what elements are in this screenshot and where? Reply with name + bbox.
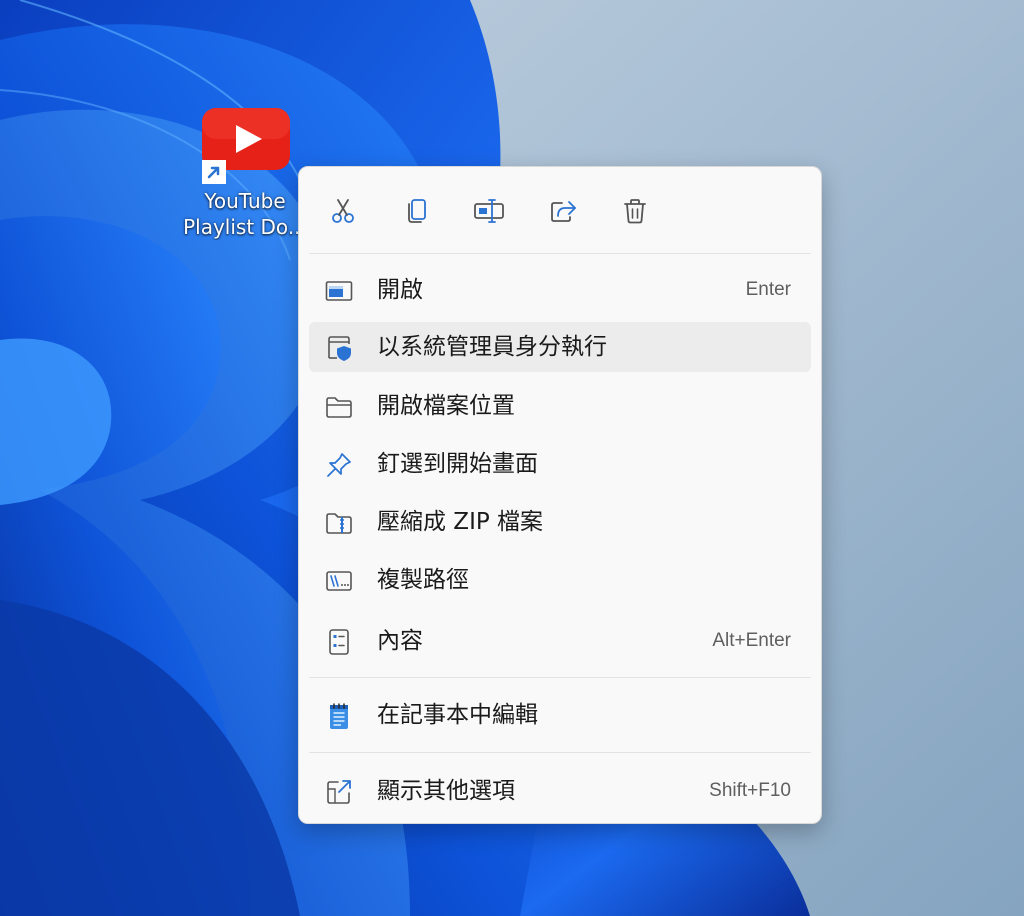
copy-icon (408, 199, 426, 223)
menu-item-label: 開啟 (377, 277, 423, 303)
menu-item-compress-zip[interactable]: 壓縮成 ZIP 檔案 (309, 497, 811, 547)
menu-divider (309, 253, 811, 254)
copy-path-icon (326, 571, 352, 591)
context-menu-toolbar (299, 167, 821, 253)
menu-item-label: 顯示其他選項 (377, 778, 515, 804)
menu-item-label: 壓縮成 ZIP 檔案 (377, 509, 544, 535)
window-open-icon (325, 281, 353, 301)
menu-item-label: 釘選到開始畫面 (377, 451, 538, 477)
rename-button[interactable] (467, 189, 511, 233)
menu-item-open[interactable]: 開啟 Enter (309, 265, 811, 315)
copy-button[interactable] (395, 189, 439, 233)
menu-item-copy-path[interactable]: 複製路徑 (309, 555, 811, 605)
menu-item-shortcut: Shift+F10 (709, 780, 791, 801)
menu-item-label: 開啟檔案位置 (377, 393, 515, 419)
menu-item-run-as-admin[interactable]: 以系統管理員身分執行 (309, 322, 811, 372)
menu-item-label: 以系統管理員身分執行 (377, 334, 607, 360)
rename-icon (474, 199, 504, 223)
menu-divider (309, 752, 811, 753)
menu-item-label: 在記事本中編輯 (377, 702, 538, 728)
menu-item-shortcut: Enter (745, 279, 791, 300)
share-icon (551, 201, 576, 222)
desktop-icon-label-line2: Playlist Do... (183, 215, 307, 239)
shortcut-arrow-icon (202, 160, 226, 184)
menu-item-pin-to-start[interactable]: 釘選到開始畫面 (309, 439, 811, 489)
menu-item-edit-in-notepad[interactable]: 在記事本中編輯 (309, 690, 811, 740)
pin-icon (327, 453, 351, 477)
more-options-icon (327, 780, 351, 804)
context-menu: 開啟 Enter 以系統管理員身分執行 開啟檔案位置 釘選到開始畫面 壓縮成 Z… (298, 166, 822, 824)
zip-folder-icon (326, 513, 352, 534)
trash-icon (624, 199, 646, 224)
admin-shield-icon (328, 336, 351, 361)
menu-item-label: 複製路徑 (377, 567, 469, 593)
menu-divider (309, 677, 811, 678)
folder-icon (326, 397, 352, 418)
menu-item-properties[interactable]: 內容 Alt+Enter (309, 616, 811, 666)
delete-button[interactable] (613, 189, 657, 233)
scissors-icon (332, 199, 354, 223)
menu-item-open-file-location[interactable]: 開啟檔案位置 (309, 381, 811, 431)
menu-item-show-more-options[interactable]: 顯示其他選項 Shift+F10 (309, 766, 811, 816)
notepad-icon (330, 703, 348, 729)
desktop-icon-label: YouTube Playlist Do... (182, 188, 308, 240)
menu-item-shortcut: Alt+Enter (712, 630, 791, 651)
desktop-icon-label-line1: YouTube (204, 189, 286, 213)
properties-icon (329, 629, 349, 655)
menu-item-label: 內容 (377, 628, 423, 654)
share-button[interactable] (541, 189, 585, 233)
cut-button[interactable] (321, 189, 365, 233)
